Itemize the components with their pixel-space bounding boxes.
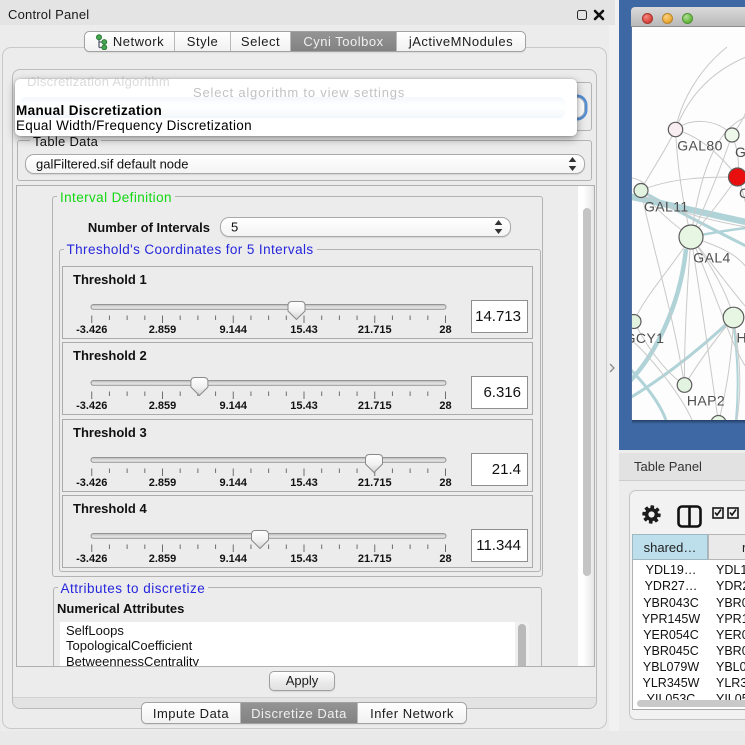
svg-text:GCY1: GCY1	[632, 330, 664, 346]
svg-text:2.859: 2.859	[149, 324, 177, 336]
svg-text:21.715: 21.715	[358, 324, 392, 336]
svg-text:21.715: 21.715	[358, 400, 392, 412]
svg-text:28: 28	[439, 477, 451, 489]
svg-text:9.144: 9.144	[219, 400, 247, 412]
svg-text:HAP2: HAP2	[687, 392, 725, 408]
svg-text:GAL80: GAL80	[677, 138, 723, 154]
svg-text:CA: CA	[739, 185, 745, 201]
svg-text:15.43: 15.43	[290, 477, 318, 489]
svg-text:9.144: 9.144	[219, 324, 247, 336]
svg-text:9.144: 9.144	[219, 477, 247, 489]
svg-text:2.859: 2.859	[149, 477, 177, 489]
svg-text:9.144: 9.144	[219, 553, 247, 565]
svg-text:15.43: 15.43	[290, 324, 318, 336]
svg-text:GAL4: GAL4	[693, 250, 730, 266]
svg-text:-3.426: -3.426	[76, 553, 107, 565]
svg-text:28: 28	[439, 553, 451, 565]
svg-text:28: 28	[439, 324, 451, 336]
svg-text:2.859: 2.859	[149, 400, 177, 412]
svg-text:21.715: 21.715	[358, 553, 392, 565]
svg-text:HA: HA	[737, 330, 745, 346]
svg-text:2.859: 2.859	[149, 553, 177, 565]
svg-text:15.43: 15.43	[290, 400, 318, 412]
svg-text:28: 28	[439, 400, 451, 412]
svg-text:-3.426: -3.426	[76, 324, 107, 336]
svg-text:GA: GA	[735, 144, 745, 160]
svg-text:21.715: 21.715	[358, 477, 392, 489]
svg-text:-3.426: -3.426	[76, 477, 107, 489]
svg-text:GAL11: GAL11	[644, 199, 689, 215]
svg-text:-3.426: -3.426	[76, 400, 107, 412]
svg-text:15.43: 15.43	[290, 553, 318, 565]
